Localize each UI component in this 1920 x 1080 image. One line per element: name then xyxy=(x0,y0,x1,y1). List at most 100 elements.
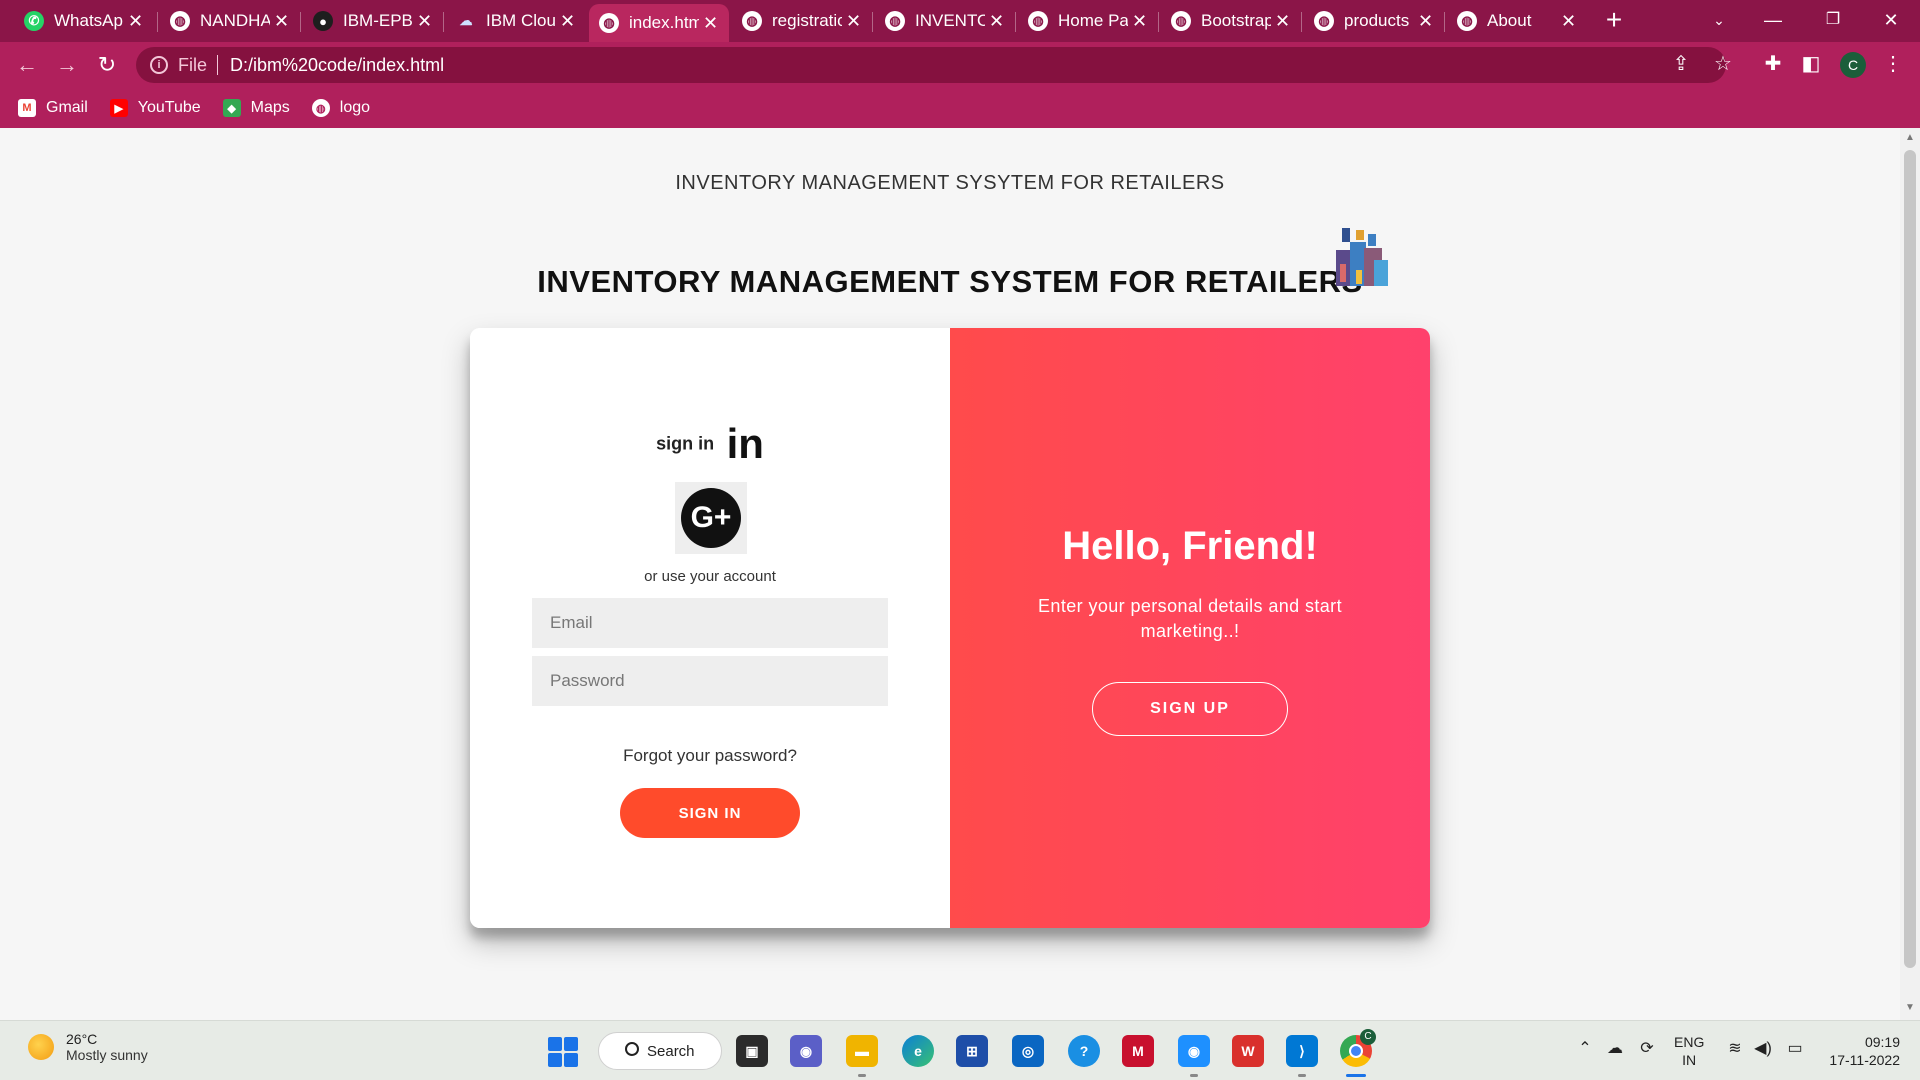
bookmark-logo[interactable]: ◍ logo xyxy=(311,99,371,117)
close-icon[interactable]: ✕ xyxy=(1271,11,1294,32)
back-button[interactable]: ← xyxy=(12,50,42,80)
info-icon[interactable]: i xyxy=(150,56,168,74)
google-plus-disc: G+ xyxy=(681,488,741,548)
weather-temp: 26°C xyxy=(66,1031,98,1047)
bookmark-gmail[interactable]: M Gmail xyxy=(18,99,88,117)
tab-bootstrap[interactable]: ◍ Bootstrap ✕ xyxy=(1161,4,1301,38)
tab-ibm-cloud[interactable]: ☁ IBM Cloud ✕ xyxy=(446,4,586,38)
sync-icon[interactable]: ⟳ xyxy=(1636,1037,1658,1061)
tab-title: IBM Cloud xyxy=(486,11,556,30)
clock[interactable]: 09:19 17-11-2022 xyxy=(1820,1033,1900,1069)
globe-icon: ◍ xyxy=(1171,11,1191,31)
address-url[interactable]: D:/ibm%20code/index.html xyxy=(230,55,444,76)
linkedin-icon[interactable]: in xyxy=(727,420,764,467)
inventory-logo-icon xyxy=(1336,228,1388,286)
close-icon[interactable]: ✕ xyxy=(842,11,865,32)
password-field[interactable] xyxy=(532,656,888,706)
google-plus-icon[interactable]: G+ xyxy=(675,482,747,554)
minimize-button[interactable]: — xyxy=(1748,4,1798,36)
scrollbar-thumb[interactable] xyxy=(1904,150,1916,968)
scroll-up-icon[interactable]: ▲ xyxy=(1904,132,1916,143)
address-scheme-label: File xyxy=(178,54,208,75)
close-window-button[interactable]: ✕ xyxy=(1866,4,1916,36)
close-icon[interactable]: ✕ xyxy=(1557,11,1580,32)
task-view-icon[interactable]: ▣ xyxy=(736,1035,768,1067)
bookmark-maps[interactable]: ◆ Maps xyxy=(222,99,290,117)
globe-icon: ◍ xyxy=(599,13,619,33)
tab-about[interactable]: ◍ About ✕ xyxy=(1447,4,1587,38)
bookmark-youtube[interactable]: ▶ YouTube xyxy=(109,99,201,117)
close-icon[interactable]: ✕ xyxy=(1128,11,1151,32)
tab-registration[interactable]: ◍ registration ✕ xyxy=(732,4,872,38)
page-title: INVENTORY MANAGEMENT SYSYTEM FOR RETAILE… xyxy=(675,172,1225,194)
onedrive-icon[interactable]: ☁ xyxy=(1604,1037,1626,1061)
maps-icon: ◆ xyxy=(222,99,241,117)
weather-widget[interactable]: 26°C Mostly sunny xyxy=(28,1031,148,1063)
app-icon[interactable]: ◎ xyxy=(1012,1035,1044,1067)
help-icon[interactable]: ? xyxy=(1068,1035,1100,1067)
profile-avatar[interactable]: C xyxy=(1840,52,1866,78)
tab-ibm-epbl[interactable]: ● IBM-EPBL ✕ xyxy=(303,4,443,38)
windows-start-icon[interactable] xyxy=(548,1037,578,1067)
vscode-icon[interactable]: ⟩ xyxy=(1286,1035,1318,1067)
battery-icon[interactable]: ▭ xyxy=(1784,1037,1806,1061)
bookmark-label: logo xyxy=(339,99,371,116)
sign-up-button[interactable]: SIGN UP xyxy=(1092,682,1288,736)
close-icon[interactable]: ✕ xyxy=(556,11,579,32)
bookmark-label: Gmail xyxy=(46,99,88,116)
tab-home-page[interactable]: ◍ Home Page ✕ xyxy=(1018,4,1158,38)
close-icon[interactable]: ✕ xyxy=(699,13,722,34)
teams-chat-icon[interactable]: ◉ xyxy=(790,1035,822,1067)
mcafee-icon[interactable]: M xyxy=(1122,1035,1154,1067)
file-explorer-icon[interactable]: ▬ xyxy=(846,1035,878,1067)
active-indicator xyxy=(1346,1074,1366,1077)
side-panel-icon[interactable]: ◧ xyxy=(1796,49,1826,79)
close-icon[interactable]: ✕ xyxy=(270,11,293,32)
wps-office-icon[interactable]: W xyxy=(1232,1035,1264,1067)
tab-title: Bootstrap xyxy=(1201,11,1271,30)
tab-separator xyxy=(443,12,444,32)
taskbar: 26°C Mostly sunny Search ▣ ◉ ▬ e ⊞ ◎ ? M… xyxy=(0,1020,1920,1080)
email-field[interactable] xyxy=(532,598,888,648)
tab-inventory[interactable]: ◍ INVENTORY ✕ xyxy=(875,4,1015,38)
clock-date: 17-11-2022 xyxy=(1829,1052,1900,1068)
page-scrollbar[interactable]: ▲ ▼ xyxy=(1900,128,1920,1020)
volume-icon[interactable]: ◀) xyxy=(1752,1037,1774,1061)
close-icon[interactable]: ✕ xyxy=(413,11,436,32)
restore-button[interactable]: ❐ xyxy=(1808,4,1858,36)
tab-separator xyxy=(1444,12,1445,32)
alt-account-text: or use your account xyxy=(644,568,776,585)
star-icon[interactable]: ☆ xyxy=(1708,49,1738,79)
menu-icon[interactable]: ⋮ xyxy=(1878,49,1908,79)
tab-nandha[interactable]: ◍ NANDHA ✕ xyxy=(160,4,300,38)
close-icon[interactable]: ✕ xyxy=(124,11,147,32)
scroll-down-icon[interactable]: ▼ xyxy=(1904,1002,1916,1013)
browser-toolbar: ← → ↻ i File D:/ibm%20code/index.html ⇪ … xyxy=(0,42,1920,88)
close-icon[interactable]: ✕ xyxy=(985,11,1008,32)
forward-button[interactable]: → xyxy=(52,50,82,80)
address-bar[interactable]: i File D:/ibm%20code/index.html xyxy=(136,47,1726,83)
share-icon[interactable]: ⇪ xyxy=(1666,49,1696,79)
tab-title: IBM-EPBL xyxy=(343,11,413,30)
store-icon[interactable]: ⊞ xyxy=(956,1035,988,1067)
close-icon[interactable]: ✕ xyxy=(1414,11,1437,32)
extensions-icon[interactable]: ✚ xyxy=(1758,49,1788,79)
weather-condition: Mostly sunny xyxy=(66,1047,148,1063)
zoom-icon[interactable]: ◉ xyxy=(1178,1035,1210,1067)
wifi-icon[interactable]: ≋ xyxy=(1724,1037,1746,1061)
taskbar-search[interactable]: Search xyxy=(598,1032,722,1070)
language-indicator[interactable]: ENG IN xyxy=(1674,1033,1704,1069)
tab-whatsapp[interactable]: ✆ WhatsApp ✕ xyxy=(14,4,154,38)
new-tab-button[interactable]: + xyxy=(1598,4,1630,38)
tab-products[interactable]: ◍ products ✕ xyxy=(1304,4,1444,38)
running-indicator xyxy=(1298,1074,1306,1077)
chevron-up-icon[interactable]: ⌃ xyxy=(1574,1037,1596,1061)
edge-icon[interactable]: e xyxy=(902,1035,934,1067)
overlay-heading: Hello, Friend! xyxy=(1062,524,1318,568)
tab-index[interactable]: ◍ index.html ✕ xyxy=(589,4,729,42)
sign-in-button[interactable]: SIGN IN xyxy=(620,788,800,838)
bookmark-label: Maps xyxy=(250,99,290,116)
reload-button[interactable]: ↻ xyxy=(92,50,122,80)
forgot-password-link[interactable]: Forgot your password? xyxy=(470,746,950,766)
tab-search-chevron-icon[interactable]: ⌄ xyxy=(1694,4,1744,36)
